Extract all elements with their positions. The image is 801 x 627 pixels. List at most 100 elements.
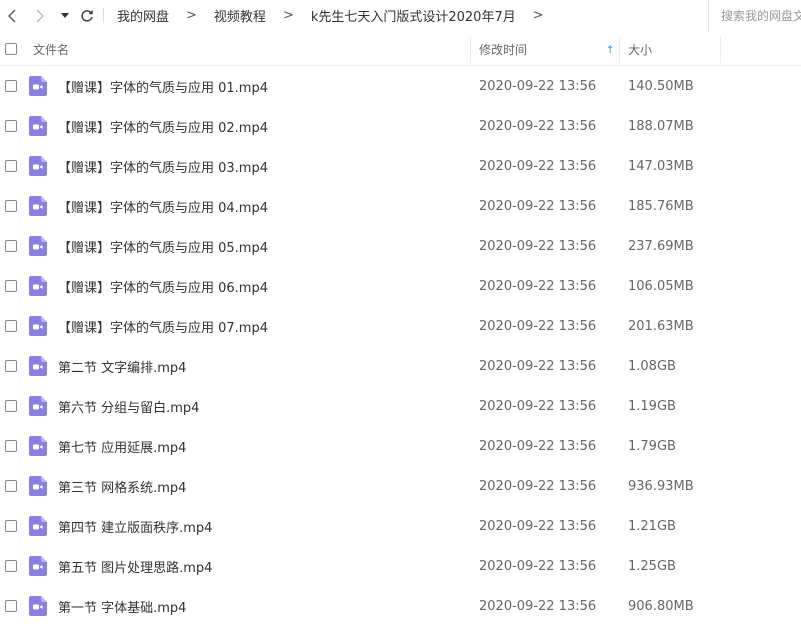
video-file-icon (29, 356, 47, 376)
file-row[interactable]: 【赠课】字体的气质与应用 03.mp4 2020-09-22 13:56 147.0… (0, 146, 801, 186)
file-modified-time: 2020-09-22 13:56 (479, 78, 597, 94)
file-size: 1.25GB (628, 558, 676, 574)
file-name[interactable]: 【赠课】字体的气质与应用 02.mp4 (58, 106, 268, 146)
file-checkbox[interactable] (5, 320, 17, 332)
breadcrumb: 我的网盘 > 视频教程 > k先生七天入门版式设计2020年7月 > (117, 0, 561, 31)
file-name[interactable]: 第三节 网格系统.mp4 (58, 466, 186, 506)
file-size: 1.19GB (628, 398, 676, 414)
video-file-icon (29, 476, 47, 496)
history-dropdown-button[interactable] (58, 0, 72, 31)
back-button[interactable] (2, 0, 22, 31)
file-name[interactable]: 第七节 应用延展.mp4 (58, 426, 186, 466)
column-divider[interactable] (720, 37, 721, 63)
breadcrumb-separator: > (532, 8, 544, 23)
video-file-icon (29, 196, 47, 216)
file-size: 185.76MB (628, 198, 694, 214)
file-size: 906.80MB (628, 598, 694, 614)
file-row[interactable]: 第五节 图片处理思路.mp4 2020-09-22 13:56 1.25GB (0, 546, 801, 586)
breadcrumb-item-current-folder[interactable]: k先生七天入门版式设计2020年7月 (311, 6, 516, 25)
file-modified-time: 2020-09-22 13:56 (479, 318, 597, 334)
caret-down-icon (61, 12, 69, 18)
video-file-icon (29, 436, 47, 456)
file-modified-time: 2020-09-22 13:56 (479, 238, 597, 254)
video-file-icon (29, 516, 47, 536)
chevron-left-icon (8, 9, 16, 22)
file-modified-time: 2020-09-22 13:56 (479, 198, 597, 214)
column-header-size[interactable]: 大小 (628, 33, 652, 65)
file-checkbox[interactable] (5, 360, 17, 372)
file-checkbox[interactable] (5, 120, 17, 132)
file-checkbox[interactable] (5, 200, 17, 212)
file-row[interactable]: 【赠课】字体的气质与应用 02.mp4 2020-09-22 13:56 188.0… (0, 106, 801, 146)
file-name[interactable]: 【赠课】字体的气质与应用 05.mp4 (58, 226, 268, 266)
file-name[interactable]: 第六节 分组与留白.mp4 (58, 386, 199, 426)
video-file-icon (29, 596, 47, 616)
breadcrumb-separator: > (282, 8, 294, 23)
file-modified-time: 2020-09-22 13:56 (479, 438, 597, 454)
search-placeholder: 搜索我的网盘文件 (721, 9, 801, 23)
column-divider[interactable] (470, 37, 471, 63)
file-name[interactable]: 【赠课】字体的气质与应用 06.mp4 (58, 266, 268, 306)
file-modified-time: 2020-09-22 13:56 (479, 398, 597, 414)
file-name[interactable]: 第一节 字体基础.mp4 (58, 586, 186, 626)
file-row[interactable]: 第七节 应用延展.mp4 2020-09-22 13:56 1.79GB (0, 426, 801, 466)
file-checkbox[interactable] (5, 80, 17, 92)
file-modified-time: 2020-09-22 13:56 (479, 558, 597, 574)
file-row[interactable]: 第一节 字体基础.mp4 2020-09-22 13:56 906.80MB (0, 586, 801, 626)
file-row[interactable]: 【赠课】字体的气质与应用 06.mp4 2020-09-22 13:56 106.0… (0, 266, 801, 306)
video-file-icon (29, 396, 47, 416)
forward-button[interactable] (30, 0, 50, 31)
file-checkbox[interactable] (5, 240, 17, 252)
file-name[interactable]: 第二节 文字编排.mp4 (58, 346, 186, 386)
file-modified-time: 2020-09-22 13:56 (479, 478, 597, 494)
file-size: 1.79GB (628, 438, 676, 454)
file-name[interactable]: 第五节 图片处理思路.mp4 (58, 546, 212, 586)
file-row[interactable]: 第六节 分组与留白.mp4 2020-09-22 13:56 1.19GB (0, 386, 801, 426)
refresh-button[interactable] (78, 0, 96, 31)
file-row[interactable]: 【赠课】字体的气质与应用 01.mp4 2020-09-22 13:56 140.5… (0, 66, 801, 106)
column-divider[interactable] (619, 37, 620, 63)
file-modified-time: 2020-09-22 13:56 (479, 358, 597, 374)
search-input[interactable]: 搜索我的网盘文件 (708, 0, 801, 31)
file-row[interactable]: 第四节 建立版面秩序.mp4 2020-09-22 13:56 1.21GB (0, 506, 801, 546)
file-size: 201.63MB (628, 318, 694, 334)
file-size: 1.21GB (628, 518, 676, 534)
file-size: 237.69MB (628, 238, 694, 254)
chevron-right-icon (36, 9, 44, 22)
file-checkbox[interactable] (5, 400, 17, 412)
file-row[interactable]: 【赠课】字体的气质与应用 04.mp4 2020-09-22 13:56 185.7… (0, 186, 801, 226)
file-name[interactable]: 第四节 建立版面秩序.mp4 (58, 506, 212, 546)
column-header-name[interactable]: 文件名 (33, 33, 69, 65)
file-row[interactable]: 第二节 文字编排.mp4 2020-09-22 13:56 1.08GB (0, 346, 801, 386)
file-modified-time: 2020-09-22 13:56 (479, 118, 597, 134)
file-checkbox[interactable] (5, 160, 17, 172)
file-name[interactable]: 【赠课】字体的气质与应用 03.mp4 (58, 146, 268, 186)
video-file-icon (29, 276, 47, 296)
breadcrumb-item-video-tutorials[interactable]: 视频教程 (214, 6, 266, 25)
refresh-icon (81, 9, 93, 22)
video-file-icon (29, 76, 47, 96)
video-file-icon (29, 236, 47, 256)
file-row[interactable]: 【赠课】字体的气质与应用 05.mp4 2020-09-22 13:56 237.6… (0, 226, 801, 266)
video-file-icon (29, 316, 47, 336)
toolbar: 我的网盘 > 视频教程 > k先生七天入门版式设计2020年7月 > 搜索我的网… (0, 0, 801, 31)
file-checkbox[interactable] (5, 440, 17, 452)
file-name[interactable]: 【赠课】字体的气质与应用 04.mp4 (58, 186, 268, 226)
file-row[interactable]: 【赠课】字体的气质与应用 07.mp4 2020-09-22 13:56 201.6… (0, 306, 801, 346)
file-row[interactable]: 第三节 网格系统.mp4 2020-09-22 13:56 936.93MB (0, 466, 801, 506)
video-file-icon (29, 556, 47, 576)
file-checkbox[interactable] (5, 280, 17, 292)
toolbar-divider (103, 8, 104, 23)
file-checkbox[interactable] (5, 560, 17, 572)
file-size: 1.08GB (628, 358, 676, 374)
file-checkbox[interactable] (5, 600, 17, 612)
file-checkbox[interactable] (5, 480, 17, 492)
file-checkbox[interactable] (5, 520, 17, 532)
file-list: 【赠课】字体的气质与应用 01.mp4 2020-09-22 13:56 140.5… (0, 66, 801, 626)
column-header-modified[interactable]: 修改时间 (479, 33, 527, 65)
select-all-checkbox[interactable] (5, 43, 17, 55)
breadcrumb-item-my-drive[interactable]: 我的网盘 (117, 6, 169, 25)
file-name[interactable]: 【赠课】字体的气质与应用 07.mp4 (58, 306, 268, 346)
file-name[interactable]: 【赠课】字体的气质与应用 01.mp4 (58, 66, 268, 106)
file-modified-time: 2020-09-22 13:56 (479, 278, 597, 294)
